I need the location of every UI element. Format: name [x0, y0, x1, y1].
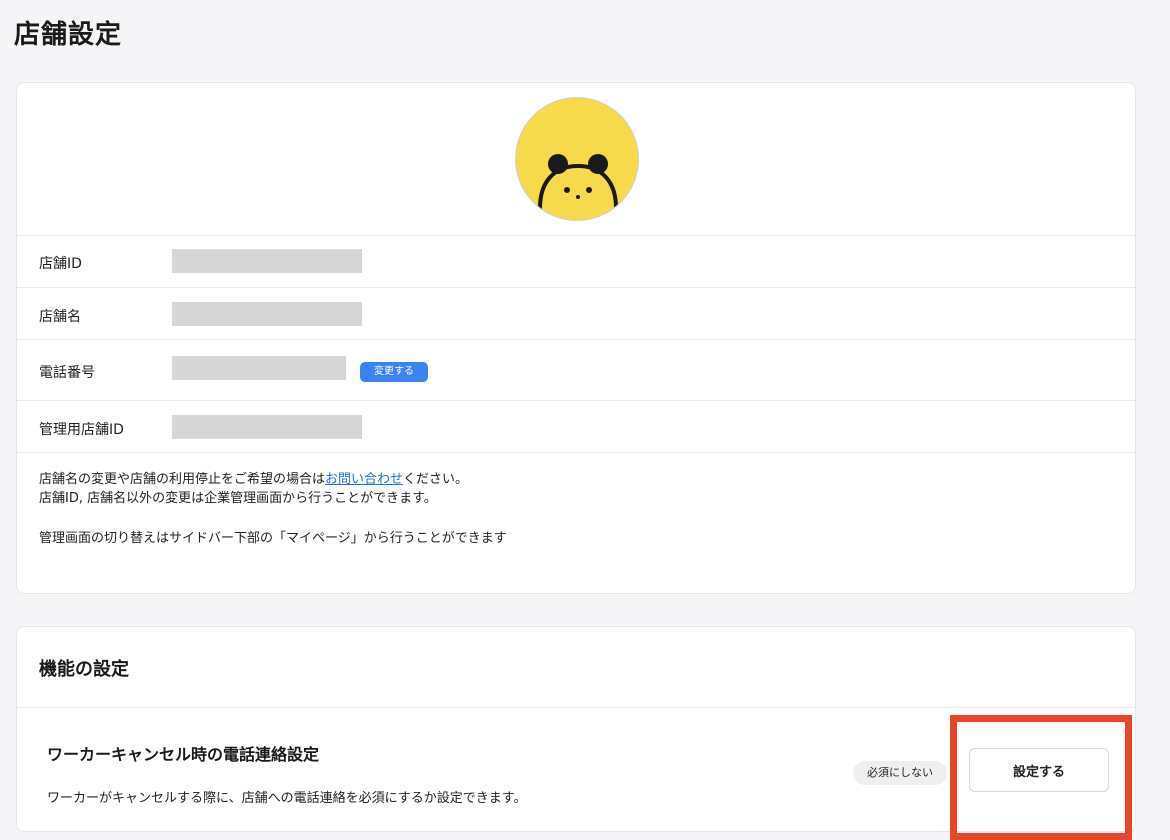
admin-store-id-label: 管理用店舗ID	[39, 422, 124, 438]
store-id-row: 店舗ID	[17, 235, 1135, 288]
features-title: 機能の設定	[39, 659, 129, 680]
features-divider	[17, 707, 1135, 708]
feature-description: ワーカーがキャンセルする際に、店舗への電話連絡を必須にするか設定できます。	[47, 791, 527, 806]
store-info-card: 店舗ID 店舗名 電話番号 変更する 管理用店舗ID 店舗名の変更や店舗の利用停…	[16, 82, 1136, 594]
store-name-value-masked	[172, 302, 362, 326]
phone-label: 電話番号	[39, 365, 95, 381]
store-name-row: 店舗名	[17, 288, 1135, 340]
bear-mascot-icon	[538, 154, 618, 210]
note-contact: 店舗名の変更や店舗の利用停止をご希望の場合はお問い合わせください。	[39, 471, 468, 489]
admin-store-id-row: 管理用店舗ID	[17, 401, 1135, 453]
phone-row: 電話番号	[17, 340, 1135, 401]
note-edit: 店舗ID, 店舗名以外の変更は企業管理画面から行うことができます。	[39, 491, 437, 506]
admin-store-id-value-masked	[172, 415, 362, 439]
store-name-label: 店舗名	[39, 309, 81, 325]
change-phone-button[interactable]: 変更する	[360, 362, 428, 382]
phone-value-masked	[172, 356, 346, 380]
feature-name: ワーカーキャンセル時の電話連絡設定	[47, 745, 320, 764]
note-switch: 管理画面の切り替えはサイドバー下部の「マイページ」から行うことができます	[39, 531, 507, 546]
status-badge: 必須にしない	[853, 761, 947, 785]
avatar-section	[17, 83, 1135, 236]
note-contact-prefix: 店舗名の変更や店舗の利用停止をご希望の場合は	[39, 472, 326, 487]
page-title: 店舗設定	[14, 20, 123, 50]
note-contact-suffix: ください。	[403, 472, 469, 487]
contact-link[interactable]: お問い合わせ	[325, 472, 403, 487]
store-id-label: 店舗ID	[39, 256, 82, 272]
store-id-value-masked	[172, 249, 362, 273]
highlight-annotation-box	[950, 715, 1132, 840]
store-avatar[interactable]	[515, 97, 639, 221]
